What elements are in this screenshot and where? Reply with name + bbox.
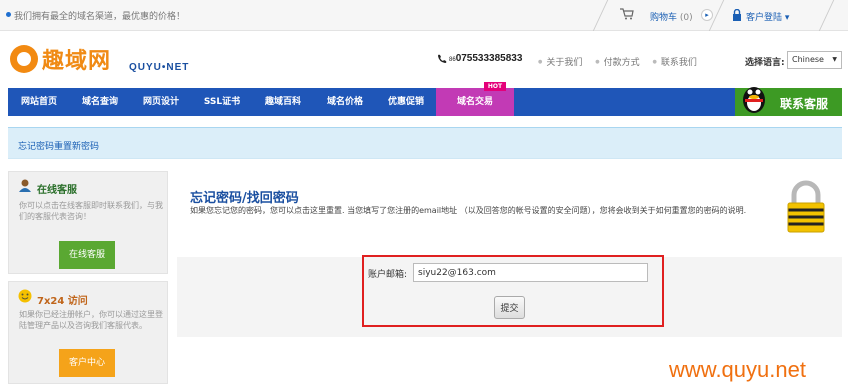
- panel-title-support: 7x24 访问: [37, 296, 88, 307]
- support-panel: 7x24 访问 如果你已经注册帐户，你可以通过这里登陆管理产品以及咨询我们客服代…: [8, 281, 168, 384]
- nav-home[interactable]: 网站首页: [8, 88, 70, 116]
- logo-mark: [10, 45, 38, 73]
- online-service-panel: 在线客服 你可以点击在线客服即时联系我们，与我们的客服代表咨询！ 在线客服: [8, 171, 168, 274]
- login-dropdown[interactable]: 客户登陆 ▾: [746, 10, 789, 23]
- header-links: 关于我们 付款方式 联系我们: [538, 55, 707, 68]
- site-logo[interactable]: 趣域网 QUYU•NET: [10, 43, 190, 75]
- divider: [818, 0, 846, 31]
- link-payment[interactable]: 付款方式: [595, 58, 639, 68]
- breadcrumb: 忘记密码重置新密码: [18, 142, 100, 152]
- phone-icon: [438, 54, 447, 63]
- phone-digits: 075533385833: [455, 53, 523, 64]
- cart-label: 购物车: [650, 13, 678, 23]
- phone-prefix: 86: [449, 57, 456, 63]
- online-service-button[interactable]: 在线客服: [59, 241, 115, 269]
- cart-count: (0): [679, 13, 693, 23]
- nav-domain-trade[interactable]: 域名交易: [436, 88, 514, 116]
- welcome-text: 我们拥有最全的域名渠道，最优惠的价格！: [14, 12, 186, 22]
- divider: [592, 0, 620, 31]
- chevron-right-icon[interactable]: ▸: [701, 9, 713, 21]
- language-label: 选择语言:: [745, 58, 785, 68]
- user-icon: [19, 179, 31, 192]
- cart-link[interactable]: 购物车 (0): [650, 10, 693, 23]
- link-contact[interactable]: 联系我们: [653, 58, 697, 68]
- bullet-icon: [6, 12, 11, 17]
- customer-center-button[interactable]: 客户中心: [59, 349, 115, 377]
- cart-icon[interactable]: [620, 8, 634, 20]
- link-about[interactable]: 关于我们: [538, 58, 582, 68]
- watermark: www.quyu.net: [669, 357, 806, 382]
- qq-penguin-icon: [743, 87, 765, 113]
- page-description: 如果您忘记您的密码，您可以点击这里重置. 当您填写了您注册的email地址 （以…: [190, 206, 747, 215]
- logo-text-cn: 趣域网: [42, 48, 112, 74]
- breadcrumb-bar: 忘记密码重置新密码: [8, 127, 842, 159]
- lock-icon: [733, 9, 741, 21]
- contact-service-label[interactable]: 联系客服: [780, 95, 828, 112]
- nav-promotions[interactable]: 优惠促销: [376, 88, 436, 116]
- panel-title-online: 在线客服: [37, 185, 77, 196]
- hot-badge: HOT: [484, 82, 506, 91]
- phone-number: 86075533385833: [449, 53, 522, 64]
- submit-button[interactable]: 提交: [494, 296, 525, 319]
- language-select[interactable]: Chinese: [787, 51, 842, 69]
- nav-domain-search[interactable]: 域名查询: [70, 88, 130, 116]
- email-label: 账户邮箱:: [368, 270, 408, 280]
- nav-domain-price[interactable]: 域名价格: [314, 88, 376, 116]
- language-value: Chinese: [792, 55, 824, 64]
- page-title: 忘记密码/找回密码: [190, 191, 299, 206]
- email-input[interactable]: [413, 263, 648, 282]
- panel-text-online: 你可以点击在线客服即时联系我们，与我们的客服代表咨询！: [19, 201, 163, 221]
- panel-text-support: 如果你已经注册帐户，你可以通过这里登陆管理产品以及咨询我们客服代表。: [19, 310, 163, 330]
- logo-text-en: QUYU•NET: [129, 62, 190, 73]
- nav-wiki[interactable]: 趣域百科: [252, 88, 314, 116]
- padlock-icon: [787, 180, 825, 233]
- smiley-icon: [18, 289, 32, 303]
- nav-web-design[interactable]: 网页设计: [130, 88, 192, 116]
- nav-ssl[interactable]: SSL证书: [192, 88, 252, 116]
- main-nav: 网站首页 域名查询 网页设计 SSL证书 趣域百科 域名价格 优惠促销 域名交易: [8, 88, 842, 116]
- top-bar: 我们拥有最全的域名渠道，最优惠的价格！ 购物车 (0) ▸ 客户登陆 ▾: [0, 0, 848, 31]
